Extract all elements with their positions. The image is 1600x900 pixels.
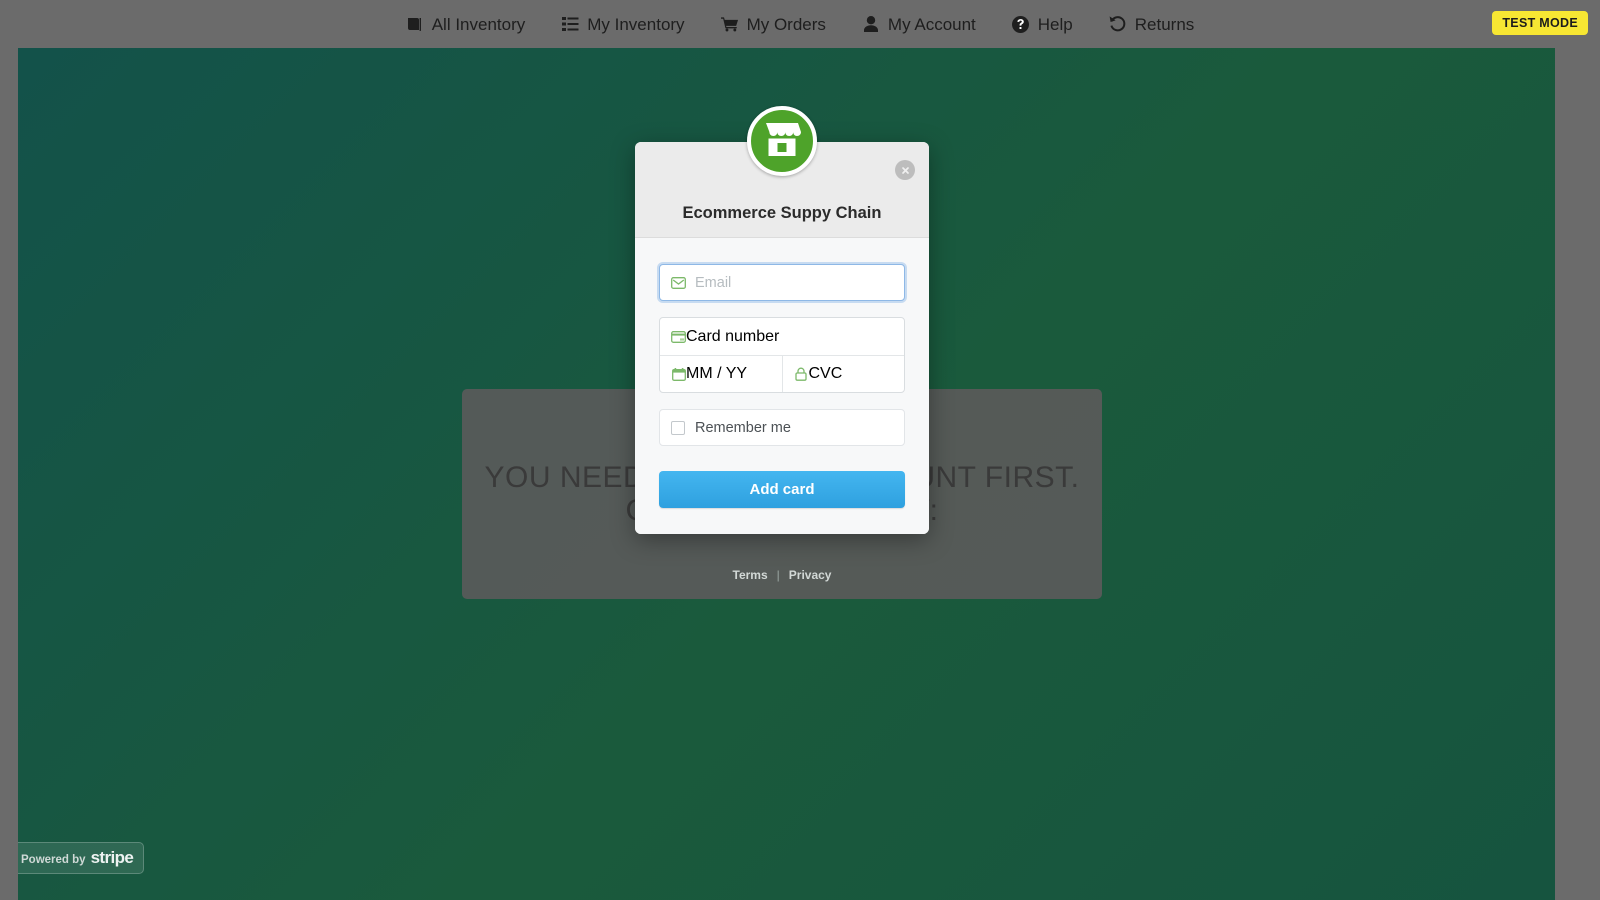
list-icon [561, 15, 579, 33]
remember-me-label: Remember me [695, 419, 791, 436]
stripe-wordmark: stripe [90, 848, 134, 867]
email-field[interactable]: Email [659, 264, 905, 301]
envelope-icon [671, 275, 686, 290]
top-navigation-bar: All Inventory My Inventory My Orders My … [0, 0, 1600, 48]
merchant-logo [747, 106, 817, 176]
nav-item-returns[interactable]: Returns [1109, 14, 1195, 34]
footer-separator: | [776, 568, 780, 582]
nav-label-all-inventory: All Inventory [431, 14, 526, 34]
card-cvc-field[interactable]: CVC [781, 355, 905, 392]
remember-me-checkbox[interactable] [671, 420, 685, 435]
app-root: All Inventory My Inventory My Orders My … [0, 0, 1600, 900]
nav-item-help[interactable]: Help [1012, 15, 1073, 33]
undo-arrow-icon [1109, 15, 1127, 33]
card-number-placeholder: Card number [686, 327, 780, 345]
powered-by-label: Powered by [21, 854, 86, 866]
modal-footer: Terms | Privacy [635, 568, 929, 582]
nav-items: All Inventory My Inventory My Orders My … [406, 14, 1195, 34]
card-expiry-field[interactable]: MM / YY [660, 356, 782, 393]
nav-item-my-account[interactable]: My Account [862, 15, 976, 33]
card-number-field[interactable]: Card number [660, 318, 904, 355]
storefront-icon [762, 120, 802, 163]
nav-label-my-inventory: My Inventory [587, 14, 685, 34]
user-icon [862, 15, 880, 33]
nav-label-my-orders: My Orders [746, 14, 826, 34]
nav-label-my-account: My Account [887, 14, 976, 34]
powered-by-stripe-badge[interactable]: Powered by stripe [18, 842, 145, 874]
email-placeholder: Email [695, 274, 732, 291]
modal-header: Ecommerce Suppy Chain [635, 106, 929, 238]
privacy-link[interactable]: Privacy [789, 568, 832, 582]
shopping-cart-icon [720, 15, 739, 33]
test-mode-badge[interactable]: TEST MODE [1492, 11, 1588, 35]
card-expiry-cvc-row: MM / YY CVC [660, 355, 904, 392]
terms-link[interactable]: Terms [733, 568, 768, 582]
close-icon[interactable] [895, 160, 915, 180]
merchant-name: Ecommerce Suppy Chain [682, 204, 882, 222]
lock-icon [794, 367, 809, 382]
nav-item-my-orders[interactable]: My Orders [720, 14, 826, 34]
nav-item-my-inventory[interactable]: My Inventory [561, 14, 685, 34]
card-details-group: Card number MM / YY CVC [659, 317, 905, 393]
calendar-icon [671, 367, 686, 382]
credit-card-icon [671, 329, 686, 344]
book-icon [406, 15, 424, 33]
question-circle-icon [1012, 15, 1030, 33]
remember-me-row[interactable]: Remember me [659, 409, 905, 446]
nav-label-help: Help [1037, 14, 1073, 34]
nav-item-all-inventory[interactable]: All Inventory [406, 14, 526, 34]
card-expiry-placeholder: MM / YY [686, 365, 748, 382]
modal-body: Email Card number MM / YY CVC Remember m… [635, 238, 929, 534]
nav-label-returns: Returns [1134, 14, 1195, 34]
card-cvc-placeholder: CVC [808, 365, 843, 382]
add-card-button[interactable]: Add card [659, 471, 905, 508]
stripe-checkout-modal: Ecommerce Suppy Chain Email Card number … [635, 106, 929, 582]
